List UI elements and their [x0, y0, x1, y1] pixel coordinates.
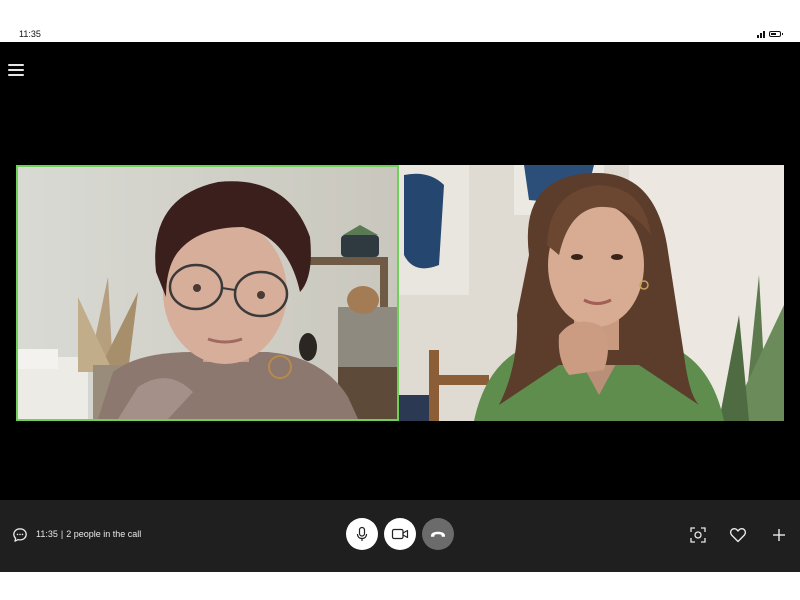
camera-focus-icon — [690, 527, 706, 543]
call-info: 11:35 | 2 people in the call — [36, 529, 141, 539]
participant-1-image — [18, 167, 397, 419]
participant-video-1[interactable] — [16, 165, 399, 421]
chat-bubble-icon[interactable] — [12, 527, 28, 543]
video-camera-icon — [391, 528, 409, 540]
plus-icon — [773, 529, 785, 541]
call-area — [0, 42, 800, 500]
hamburger-menu-icon[interactable] — [8, 62, 24, 78]
video-call-screen: 11:35 11:35 | 2 people in the call — [0, 0, 800, 600]
focus-button[interactable] — [689, 526, 707, 544]
participant-video-2[interactable] — [399, 165, 784, 421]
call-info-separator: | — [60, 529, 64, 539]
signal-icon — [757, 30, 765, 38]
status-icons — [757, 30, 783, 38]
call-time: 11:35 — [36, 529, 58, 539]
end-call-button[interactable] — [422, 518, 454, 550]
favorite-button[interactable] — [729, 526, 747, 544]
phone-hangup-icon — [431, 531, 445, 537]
status-bar: 11:35 — [0, 28, 800, 42]
bottom-bezel — [0, 572, 800, 600]
microphone-icon — [356, 526, 368, 541]
add-button[interactable] — [770, 526, 788, 544]
video-button[interactable] — [384, 518, 416, 550]
call-control-bar: 11:35 | 2 people in the call — [0, 500, 800, 572]
battery-icon — [769, 31, 783, 37]
people-count: 2 people in the call — [66, 529, 142, 539]
mic-button[interactable] — [346, 518, 378, 550]
heart-icon — [729, 527, 747, 543]
participant-2-image — [399, 165, 784, 421]
status-time: 11:35 — [19, 29, 41, 39]
